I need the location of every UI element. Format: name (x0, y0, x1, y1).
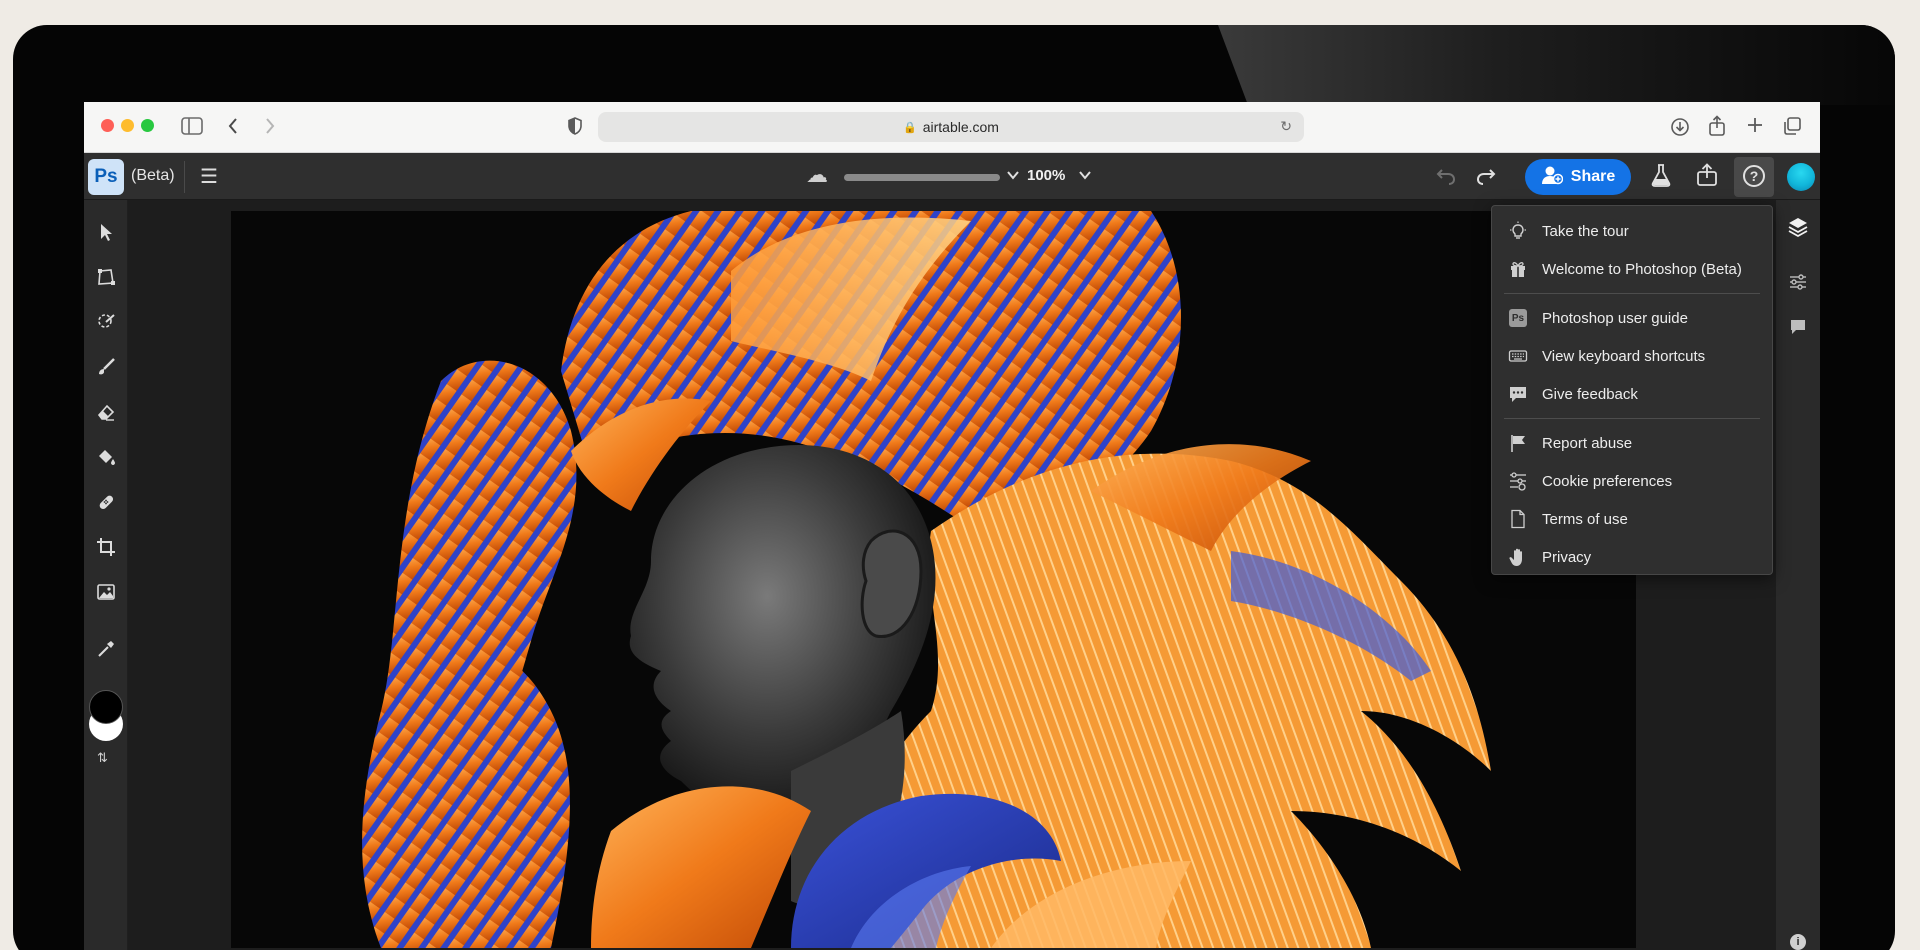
feedback-icon (1508, 384, 1528, 404)
export-icon[interactable] (1696, 163, 1718, 193)
keyboard-icon (1508, 346, 1528, 366)
hamburger-menu-icon[interactable]: ☰ (200, 164, 218, 189)
brush-tool-icon[interactable] (94, 355, 118, 379)
menu-item-label: Terms of use (1542, 511, 1628, 528)
flag-icon (1508, 433, 1528, 453)
share-label: Share (1571, 168, 1615, 186)
artwork-portrait-image (231, 211, 1636, 948)
menu-item-label: View keyboard shortcuts (1542, 348, 1705, 365)
share-button[interactable]: Share (1525, 159, 1631, 195)
menu-item-label: Welcome to Photoshop (Beta) (1542, 261, 1742, 278)
menu-item-label: Privacy (1542, 549, 1591, 566)
browser-toolbar: 🔒 airtable.com ↻ (84, 102, 1820, 153)
cookie-icon (1508, 471, 1528, 491)
back-icon[interactable] (227, 116, 239, 140)
privacy-shield-icon[interactable] (567, 117, 583, 139)
layers-icon[interactable] (1786, 215, 1810, 239)
menu-item-report-abuse[interactable]: Report abuse (1492, 424, 1772, 462)
properties-strip (1776, 200, 1820, 950)
zoom-chevron-down-icon[interactable] (1078, 168, 1092, 185)
hand-icon (1508, 547, 1528, 567)
bezel-reflection (1218, 25, 1895, 105)
gift-icon (1508, 259, 1528, 279)
sidebar-icon[interactable] (181, 117, 203, 139)
menu-item-label: Report abuse (1542, 435, 1632, 452)
menu-divider (1504, 418, 1760, 419)
menu-divider (1504, 293, 1760, 294)
transform-tool-icon[interactable] (94, 265, 118, 289)
undo-icon[interactable] (1434, 163, 1458, 193)
ps-logo[interactable]: Ps (88, 159, 124, 195)
zoom-level[interactable]: 100% (1027, 167, 1065, 184)
zoom-window-button[interactable] (141, 119, 154, 132)
menu-item-label: Cookie preferences (1542, 473, 1672, 490)
help-menu: Take the tour Welcome to Photoshop (Beta… (1491, 205, 1773, 575)
quick-selection-tool-icon[interactable] (94, 310, 118, 334)
address-bar[interactable]: 🔒 airtable.com ↻ (598, 112, 1304, 142)
lock-icon: 🔒 (903, 121, 917, 134)
menu-item-privacy[interactable]: Privacy (1492, 538, 1772, 576)
forward-icon[interactable] (264, 116, 276, 140)
menu-item-label: Give feedback (1542, 386, 1638, 403)
paint-bucket-tool-icon[interactable] (94, 445, 118, 469)
close-window-button[interactable] (101, 119, 114, 132)
ps-mini-badge: Ps (1509, 309, 1527, 327)
app-name: (Beta) (131, 167, 175, 185)
menu-item-user-guide[interactable]: Ps Photoshop user guide (1492, 299, 1772, 337)
eraser-tool-icon[interactable] (94, 400, 118, 424)
adjustments-icon[interactable] (1786, 270, 1810, 294)
header-divider (184, 161, 185, 193)
lightbulb-icon (1508, 221, 1528, 241)
ps-guide-icon: Ps (1508, 308, 1528, 328)
reload-icon[interactable]: ↻ (1280, 118, 1292, 135)
beta-flask-icon[interactable] (1650, 163, 1672, 193)
foreground-color-swatch[interactable] (89, 690, 123, 724)
canvas-image[interactable] (231, 211, 1636, 948)
menu-item-welcome[interactable]: Welcome to Photoshop (Beta) (1492, 250, 1772, 288)
menu-item-terms-of-use[interactable]: Terms of use (1492, 500, 1772, 538)
swap-colors-icon[interactable]: ⇅ (97, 750, 108, 766)
chevron-down-icon[interactable] (1006, 168, 1020, 185)
healing-brush-tool-icon[interactable] (94, 490, 118, 514)
menu-item-take-the-tour[interactable]: Take the tour (1492, 212, 1772, 250)
document-name-field[interactable] (844, 174, 1000, 181)
avatar[interactable] (1787, 163, 1815, 191)
image-tool-icon[interactable] (94, 580, 118, 604)
menu-item-cookie-preferences[interactable]: Cookie preferences (1492, 462, 1772, 500)
minimize-window-button[interactable] (121, 119, 134, 132)
menu-item-label: Photoshop user guide (1542, 310, 1688, 327)
menu-item-label: Take the tour (1542, 223, 1629, 240)
add-person-icon (1541, 165, 1563, 190)
document-icon (1508, 509, 1528, 529)
menu-item-give-feedback[interactable]: Give feedback (1492, 375, 1772, 413)
app-header: Ps (Beta) ☰ ☁ 100% Share (84, 153, 1820, 200)
tab-overview-icon[interactable] (1782, 116, 1802, 140)
tools-panel: ⇅ (84, 200, 128, 950)
help-icon[interactable]: ? (1743, 165, 1765, 187)
downloads-icon[interactable] (1670, 117, 1690, 141)
share-sheet-icon[interactable] (1708, 115, 1726, 141)
redo-icon[interactable] (1474, 163, 1498, 193)
new-tab-icon[interactable] (1746, 116, 1764, 138)
info-icon[interactable]: i (1790, 934, 1806, 950)
cloud-save-icon[interactable]: ☁ (806, 162, 828, 188)
move-tool-icon[interactable] (94, 220, 118, 244)
menu-item-keyboard-shortcuts[interactable]: View keyboard shortcuts (1492, 337, 1772, 375)
eyedropper-tool-icon[interactable] (94, 637, 118, 661)
crop-tool-icon[interactable] (94, 535, 118, 559)
comments-icon[interactable] (1786, 315, 1810, 339)
url-text: airtable.com (923, 119, 999, 135)
